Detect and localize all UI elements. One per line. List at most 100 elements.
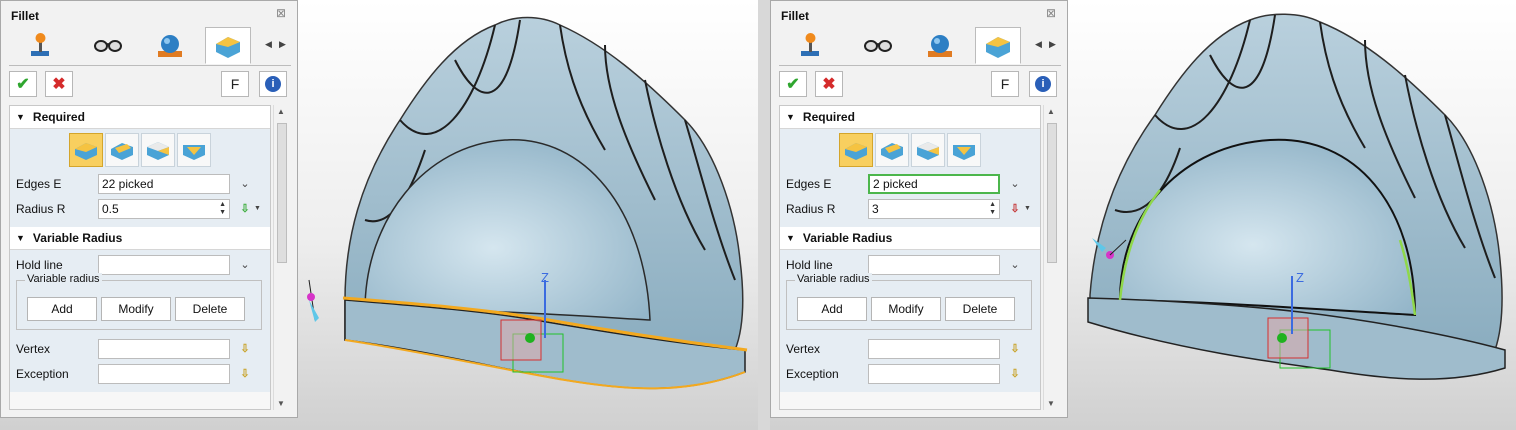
joystick-icon <box>801 33 819 56</box>
edges-field[interactable]: 22 picked <box>98 173 230 194</box>
info-icon: i <box>265 76 281 92</box>
variable-radius-group: Variable radius Add Modify Delete <box>786 273 1032 330</box>
cancel-button[interactable]: ✖ <box>45 71 73 97</box>
model-viewport[interactable]: Z <box>1070 0 1516 430</box>
left-screenshot: Fillet ⊠ ◀ ▶ ✔ ✖ F i ▼ Required Edges E … <box>0 0 758 430</box>
variable-section-header[interactable]: ▼ Variable Radius <box>10 227 270 250</box>
spinner-icon[interactable]: ▲ ▼ <box>989 201 996 217</box>
collapse-triangle-icon: ▼ <box>786 233 795 243</box>
fillet-type-options <box>780 131 1040 171</box>
exception-field[interactable] <box>868 363 1000 384</box>
fillet-type-two[interactable] <box>875 133 909 167</box>
required-section-header[interactable]: ▼ Required <box>780 106 1040 129</box>
tab-ball-base[interactable] <box>917 27 963 63</box>
delete-button[interactable]: Delete <box>175 297 245 321</box>
scroll-down-icon[interactable]: ▼ <box>277 399 285 408</box>
exception-field[interactable] <box>98 363 230 384</box>
exception-label: Exception <box>16 366 69 381</box>
spinner-icon[interactable]: ▲ ▼ <box>219 201 226 217</box>
dropdown-icon[interactable]: ▼ <box>1024 205 1031 212</box>
fillet-constant-icon <box>845 143 867 160</box>
vertex-label: Vertex <box>786 341 821 356</box>
scroll-thumb[interactable] <box>1047 123 1057 263</box>
fillet-type-four[interactable] <box>177 133 211 167</box>
pick-down-arrow-icon[interactable]: ⇩ <box>238 367 252 380</box>
close-icon[interactable]: ⊠ <box>1045 7 1057 19</box>
fillet-type-two[interactable] <box>105 133 139 167</box>
glasses-icon <box>94 40 122 52</box>
pick-down-arrow-icon[interactable]: ⇩ <box>1008 342 1022 355</box>
expand-double-chevron-icon[interactable]: ⌄ <box>238 258 252 271</box>
edges-row: Edges E 22 picked ⌄ <box>10 171 270 196</box>
add-button[interactable]: Add <box>797 297 867 321</box>
edges-field[interactable]: 2 picked <box>868 173 1000 194</box>
tab-scroll-left-icon[interactable]: ◀ <box>265 39 272 50</box>
scroll-down-icon[interactable]: ▼ <box>1047 399 1055 408</box>
collapse-triangle-icon: ▼ <box>786 112 795 122</box>
info-button[interactable]: i <box>259 71 287 97</box>
fillet-vertex-icon <box>917 142 939 160</box>
hold-line-field[interactable] <box>98 254 230 275</box>
scroll-thumb[interactable] <box>277 123 287 263</box>
x-icon: ✖ <box>822 76 836 93</box>
tab-joystick[interactable] <box>787 27 833 63</box>
options-scrollbar[interactable]: ▲ ▼ <box>273 105 289 410</box>
add-button[interactable]: Add <box>27 297 97 321</box>
exception-label: Exception <box>786 366 839 381</box>
pick-cursor <box>307 279 319 322</box>
radius-row: Radius R 0.5 ▲ ▼ ⇩ ▼ <box>10 196 270 221</box>
fillet-type-constant[interactable] <box>69 133 103 167</box>
ok-button[interactable]: ✔ <box>779 71 807 97</box>
pick-down-arrow-icon[interactable]: ⇩ <box>238 202 252 215</box>
tab-glasses[interactable] <box>855 27 901 63</box>
dropdown-icon[interactable]: ▼ <box>254 205 261 212</box>
cancel-button[interactable]: ✖ <box>815 71 843 97</box>
close-icon[interactable]: ⊠ <box>275 7 287 19</box>
modify-button[interactable]: Modify <box>101 297 171 321</box>
exception-row: Exception ⇩ <box>10 361 270 386</box>
variable-section-header[interactable]: ▼ Variable Radius <box>780 227 1040 250</box>
tab-scroll-right-icon[interactable]: ▶ <box>1049 39 1056 50</box>
expand-double-chevron-icon[interactable]: ⌄ <box>1008 177 1022 190</box>
collapse-triangle-icon: ▼ <box>16 233 25 243</box>
required-section-header[interactable]: ▼ Required <box>10 106 270 129</box>
tab-glasses[interactable] <box>85 27 131 63</box>
fillet-type-four[interactable] <box>947 133 981 167</box>
model-viewport[interactable]: Z <box>305 0 758 430</box>
options-scrollbar[interactable]: ▲ ▼ <box>1043 105 1059 410</box>
hold-line-field[interactable] <box>868 254 1000 275</box>
scroll-up-icon[interactable]: ▲ <box>1047 107 1055 116</box>
tab-ball-base[interactable] <box>147 27 193 63</box>
tab-scroll-right-icon[interactable]: ▶ <box>279 39 286 50</box>
f-button[interactable]: F <box>991 71 1019 97</box>
tab-joystick[interactable] <box>17 27 63 63</box>
info-button[interactable]: i <box>1029 71 1057 97</box>
vertex-field[interactable] <box>98 338 230 359</box>
pick-down-arrow-icon[interactable]: ⇩ <box>1008 202 1022 215</box>
tab-fillet-cube[interactable] <box>205 27 251 64</box>
pick-down-arrow-icon[interactable]: ⇩ <box>238 342 252 355</box>
hold-line-label: Hold line <box>16 257 63 272</box>
fillet-type-constant[interactable] <box>839 133 873 167</box>
vertex-row: Vertex ⇩ <box>10 336 270 361</box>
vertex-label: Vertex <box>16 341 51 356</box>
pick-down-arrow-icon[interactable]: ⇩ <box>1008 367 1022 380</box>
radius-field[interactable]: 0.5 ▲ ▼ <box>98 198 230 219</box>
modify-button[interactable]: Modify <box>871 297 941 321</box>
expand-double-chevron-icon[interactable]: ⌄ <box>1008 258 1022 271</box>
fillet-type-three[interactable] <box>141 133 175 167</box>
f-button[interactable]: F <box>221 71 249 97</box>
radius-field[interactable]: 3 ▲ ▼ <box>868 198 1000 219</box>
expand-double-chevron-icon[interactable]: ⌄ <box>238 177 252 190</box>
ok-button[interactable]: ✔ <box>9 71 37 97</box>
edges-row: Edges E 2 picked ⌄ <box>780 171 1040 196</box>
scroll-up-icon[interactable]: ▲ <box>277 107 285 116</box>
tab-fillet-cube[interactable] <box>975 27 1021 64</box>
delete-button[interactable]: Delete <box>945 297 1015 321</box>
fillet-panel-left: Fillet ⊠ ◀ ▶ ✔ ✖ F i ▼ Required Edges E … <box>0 0 298 418</box>
vertex-field[interactable] <box>868 338 1000 359</box>
variable-radius-group: Variable radius Add Modify Delete <box>16 273 262 330</box>
tab-scroll-left-icon[interactable]: ◀ <box>1035 39 1042 50</box>
fillet-type-three[interactable] <box>911 133 945 167</box>
info-icon: i <box>1035 76 1051 92</box>
